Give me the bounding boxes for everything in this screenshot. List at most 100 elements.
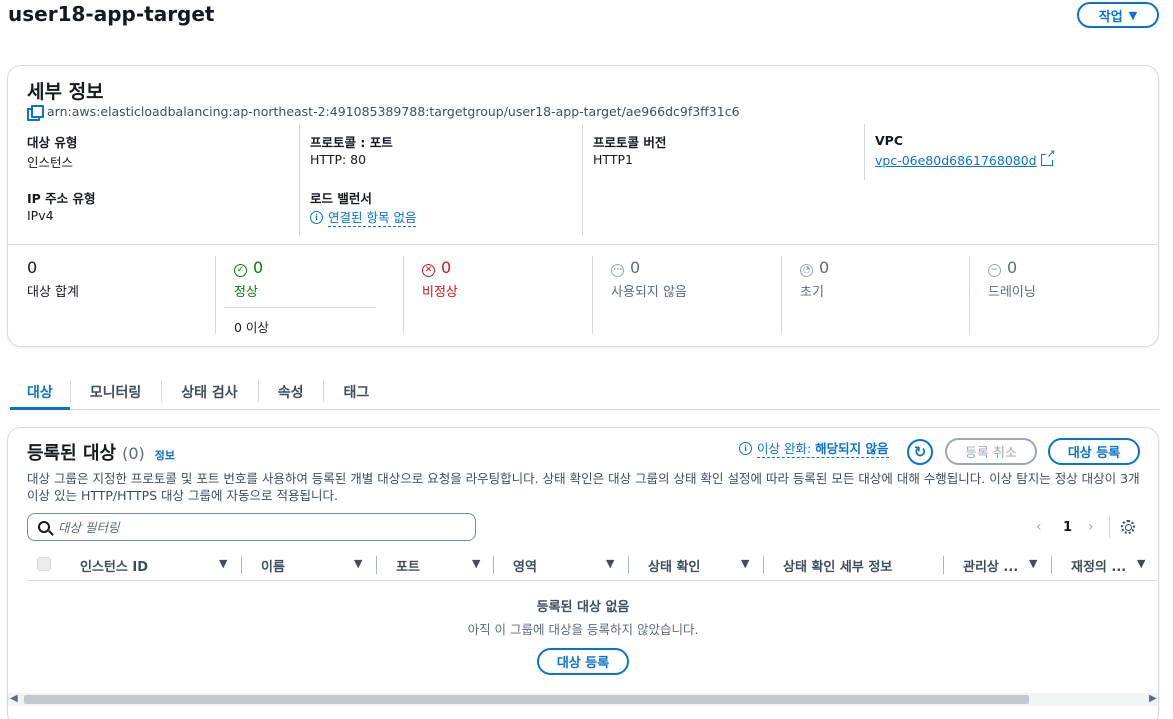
healthy-label: 정상 bbox=[234, 285, 258, 300]
external-link-icon bbox=[1040, 148, 1056, 166]
filter-search[interactable] bbox=[27, 513, 476, 541]
register-targets-button[interactable]: 대상 등록 bbox=[1048, 438, 1140, 465]
search-icon bbox=[38, 521, 50, 533]
load-balancer-value[interactable]: i 연결된 항목 없음 bbox=[310, 207, 417, 227]
column-admin[interactable]: 관리상 ... bbox=[963, 555, 1018, 575]
column-divider[interactable] bbox=[376, 556, 377, 574]
protocol-port-value: HTTP: 80 bbox=[310, 152, 367, 167]
divider bbox=[299, 124, 300, 236]
select-all-checkbox[interactable] bbox=[37, 557, 51, 571]
tab-health-checks[interactable]: 상태 검사 bbox=[161, 374, 257, 409]
minus-circle-icon: − bbox=[988, 263, 1001, 277]
tab-tags[interactable]: 태그 bbox=[323, 374, 389, 409]
target-type-value: 인스턴스 bbox=[27, 155, 74, 170]
deregister-button[interactable]: 등록 취소 bbox=[945, 438, 1037, 465]
caret-down-icon[interactable]: ▼ bbox=[472, 557, 480, 570]
unused-label: 사용되지 않음 bbox=[611, 285, 687, 300]
info-icon: i bbox=[739, 441, 752, 455]
anomaly-mitigation[interactable]: i 이상 완화: 해당되지 않음 bbox=[739, 438, 889, 458]
empty-state-subtitle: 아직 이 그룹에 대상을 등록하지 않았습니다. bbox=[467, 622, 699, 637]
column-instance-id[interactable]: 인스턴스 ID bbox=[80, 555, 148, 575]
filter-input[interactable] bbox=[58, 519, 438, 535]
copy-icon[interactable] bbox=[27, 104, 44, 121]
info-link[interactable]: 정보 bbox=[155, 447, 175, 463]
arn-row: arn:aws:elasticloadbalancing:ap-northeas… bbox=[27, 104, 740, 121]
column-divider[interactable] bbox=[763, 556, 764, 574]
scroll-left-icon[interactable]: ◀ bbox=[10, 693, 18, 704]
column-divider[interactable] bbox=[493, 556, 494, 574]
draining-count: 0 bbox=[1007, 258, 1018, 277]
unhealthy-count: 0 bbox=[441, 258, 452, 277]
initial-label: 초기 bbox=[800, 285, 824, 300]
page-number[interactable]: 1 bbox=[1063, 520, 1072, 535]
column-name[interactable]: 이름 bbox=[261, 555, 285, 575]
scrollbar-thumb[interactable] bbox=[24, 695, 1029, 704]
tab-attributes[interactable]: 속성 bbox=[257, 374, 324, 409]
caret-down-icon[interactable]: ▼ bbox=[1029, 557, 1037, 570]
divider bbox=[1109, 516, 1110, 538]
divider bbox=[8, 244, 1158, 245]
unhealthy-label: 비정상 bbox=[422, 285, 458, 300]
caret-down-icon[interactable]: ▼ bbox=[219, 557, 227, 570]
column-health-status[interactable]: 상태 확인 bbox=[648, 555, 700, 575]
column-divider[interactable] bbox=[1051, 556, 1052, 574]
actions-dropdown-button[interactable]: 작업 ▼ bbox=[1077, 2, 1159, 28]
vpc-link[interactable]: vpc-06e80d6861768080d bbox=[875, 153, 1037, 168]
caret-down-icon[interactable]: ▼ bbox=[1137, 557, 1145, 570]
targets-header: 등록된 대상 (0) 정보 bbox=[27, 439, 175, 465]
check-circle-icon: ✓ bbox=[234, 263, 247, 277]
caret-down-icon[interactable]: ▼ bbox=[606, 557, 614, 570]
targets-count: (0) bbox=[122, 444, 145, 463]
draining-label: 드레이닝 bbox=[988, 285, 1036, 300]
scroll-right-icon[interactable]: ▶ bbox=[1149, 693, 1157, 704]
empty-state-title: 등록된 대상 없음 bbox=[536, 600, 630, 615]
protocol-port-label: 프로토콜 : 포트 bbox=[310, 135, 393, 150]
vpc-label: VPC bbox=[875, 133, 904, 148]
column-divider[interactable] bbox=[628, 556, 629, 574]
chevron-right-icon[interactable]: › bbox=[1088, 519, 1094, 535]
chevron-left-icon[interactable]: ‹ bbox=[1036, 519, 1042, 535]
vpc-value-row[interactable]: vpc-06e80d6861768080d bbox=[875, 148, 1056, 168]
divider bbox=[27, 580, 1157, 581]
protocol-version-value: HTTP1 bbox=[593, 152, 633, 167]
caret-down-icon[interactable]: ▼ bbox=[354, 557, 362, 570]
divider bbox=[225, 307, 375, 308]
unused-count-row: ⋯ 0 bbox=[611, 258, 640, 277]
column-health-details[interactable]: 상태 확인 세부 정보 bbox=[783, 555, 892, 575]
divider bbox=[969, 256, 970, 334]
arn-value: arn:aws:elasticloadbalancing:ap-northeas… bbox=[47, 104, 740, 119]
tab-targets[interactable]: 대상 bbox=[10, 374, 70, 410]
anomaly-value: 해당되지 않음 bbox=[815, 441, 889, 456]
targets-description: 대상 그룹은 지정한 프로토콜 및 포트 번호를 사용하여 등록된 개별 대상으… bbox=[27, 471, 1140, 503]
total-count: 0 bbox=[27, 258, 38, 277]
load-balancer-link[interactable]: 연결된 항목 없음 bbox=[328, 207, 417, 227]
column-override[interactable]: 재정의 ... bbox=[1071, 555, 1126, 575]
empty-register-button[interactable]: 대상 등록 bbox=[537, 648, 629, 675]
divider bbox=[403, 256, 404, 334]
targets-title: 등록된 대상 bbox=[27, 443, 117, 464]
anomaly-prefix: 이상 완화: bbox=[757, 441, 816, 456]
healthy-count-row: ✓ 0 bbox=[234, 258, 263, 277]
caret-down-icon[interactable]: ▼ bbox=[741, 557, 749, 570]
healthy-sub: 0 이상 bbox=[234, 320, 269, 335]
column-divider[interactable] bbox=[943, 556, 944, 574]
column-port[interactable]: 포트 bbox=[396, 555, 420, 575]
column-zone[interactable]: 영역 bbox=[513, 555, 537, 575]
draining-count-row: −0 bbox=[988, 258, 1017, 277]
x-circle-icon: ✕ bbox=[422, 263, 435, 277]
tab-monitoring[interactable]: 모니터링 bbox=[69, 374, 162, 409]
divider bbox=[215, 256, 216, 334]
divider bbox=[582, 124, 583, 236]
refresh-icon[interactable]: ↻ bbox=[907, 439, 933, 465]
divider bbox=[781, 256, 782, 334]
gear-icon[interactable] bbox=[1121, 520, 1135, 534]
initial-count-row: ◔ 0 bbox=[800, 258, 829, 277]
tab-bar: 대상 모니터링 상태 검사 속성 태그 bbox=[10, 374, 1159, 410]
divider bbox=[592, 256, 593, 334]
ip-type-label: IP 주소 유형 bbox=[27, 191, 96, 206]
column-divider[interactable] bbox=[241, 556, 242, 574]
anomaly-link[interactable]: 이상 완화: 해당되지 않음 bbox=[757, 438, 889, 458]
caret-down-icon: ▼ bbox=[1128, 8, 1138, 22]
details-title: 세부 정보 bbox=[27, 81, 104, 103]
total-label: 대상 합계 bbox=[27, 285, 79, 300]
